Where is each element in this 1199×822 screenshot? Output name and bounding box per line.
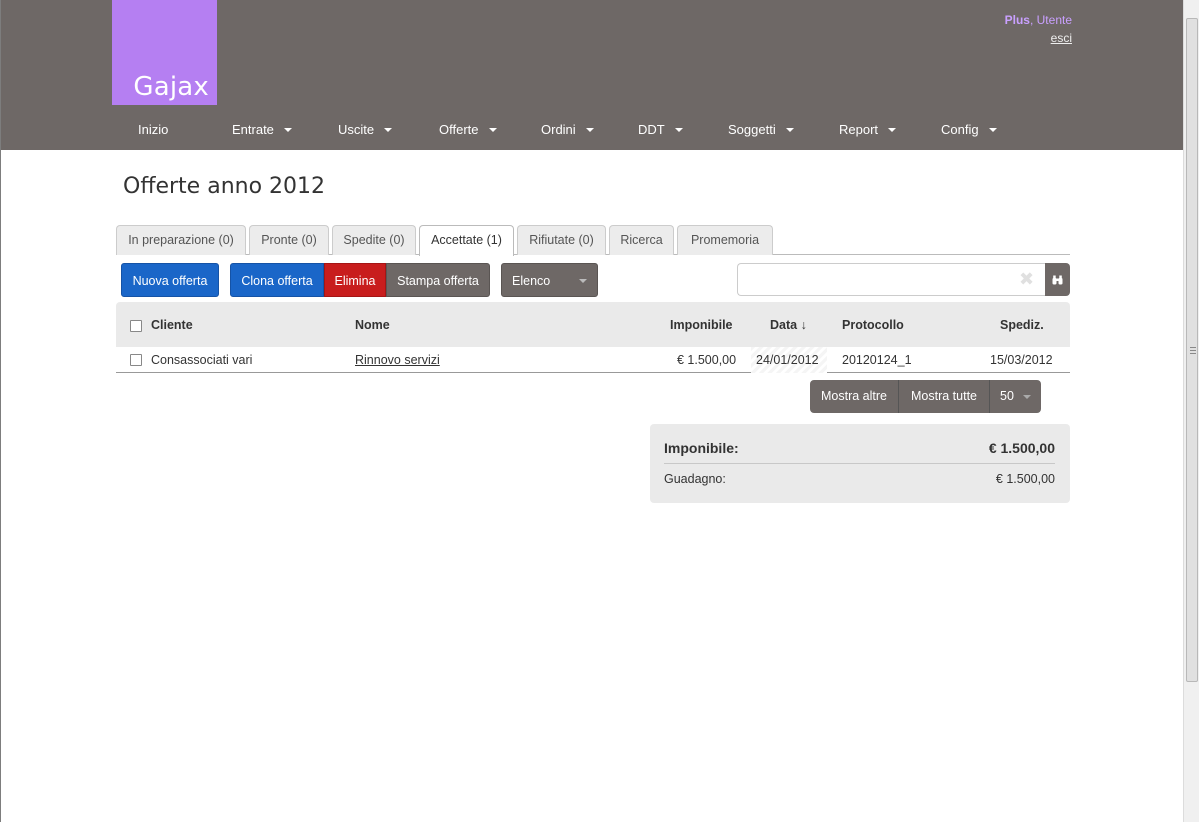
nav-item-label: DDT <box>638 122 665 137</box>
offers-table: Cliente Nome Imponibile Data ↓ Protocoll… <box>116 302 1070 373</box>
chevron-down-icon <box>1023 395 1031 399</box>
chevron-down-icon <box>283 128 292 132</box>
tab-ricerca[interactable]: Ricerca <box>609 225 674 255</box>
page-size-value: 50 <box>1000 389 1014 403</box>
user-plan: Plus <box>1004 13 1030 27</box>
tab-rifiutate[interactable]: Rifiutate (0) <box>517 225 606 255</box>
nav-item-offerte[interactable]: Offerte <box>439 110 541 150</box>
tab-spedite[interactable]: Spedite (0) <box>332 225 416 255</box>
nav-item-label: Soggetti <box>728 122 776 137</box>
nav-item-ddt[interactable]: DDT <box>638 110 728 150</box>
col-header-nome[interactable]: Nome <box>355 302 390 347</box>
user-line: Plus, Utente <box>1005 11 1072 29</box>
tab-pronte[interactable]: Pronte (0) <box>249 225 329 255</box>
search-button[interactable] <box>1045 263 1070 296</box>
col-header-imponibile[interactable]: Imponibile <box>670 302 733 347</box>
status-tabs: In preparazione (0) Pronte (0) Spedite (… <box>116 225 1070 256</box>
chevron-down-icon <box>384 128 393 132</box>
summary-guadagno-row: Guadagno: € 1.500,00 <box>664 468 1055 490</box>
show-more-button[interactable]: Mostra altre <box>810 380 899 413</box>
table-header: Cliente Nome Imponibile Data ↓ Protocoll… <box>116 302 1070 347</box>
pagination: Mostra altre Mostra tutte 50 <box>810 380 1041 413</box>
nav-item-report[interactable]: Report <box>839 110 941 150</box>
grip-icon <box>1190 347 1196 354</box>
cell-data: 24/01/2012 <box>751 347 827 373</box>
cell-protocollo: 20120124_1 <box>842 353 912 367</box>
col-header-spediz[interactable]: Spediz. <box>1000 302 1044 347</box>
nav-item-ordini[interactable]: Ordini <box>541 110 638 150</box>
view-mode-select[interactable]: Elenco <box>501 263 598 297</box>
offer-name-link[interactable]: Rinnovo servizi <box>355 347 440 373</box>
chevron-down-icon <box>488 128 497 132</box>
summary-imponibile-label: Imponibile: <box>664 440 739 456</box>
scrollbar-thumb[interactable] <box>1186 18 1198 682</box>
chevron-down-icon <box>585 128 594 132</box>
cell-imponibile: € 1.500,00 <box>677 353 737 367</box>
nav-item-soggetti[interactable]: Soggetti <box>728 110 839 150</box>
summary-imponibile-row: Imponibile: € 1.500,00 <box>664 433 1055 464</box>
nav-item-label: Offerte <box>439 122 479 137</box>
delete-button[interactable]: Elimina <box>324 263 386 297</box>
binoculars-icon <box>1052 275 1063 285</box>
select-all-checkbox[interactable] <box>130 320 142 332</box>
user-box: Plus, Utente esci <box>1005 11 1072 47</box>
search-input[interactable] <box>737 263 1045 296</box>
cell-spediz: 15/03/2012 <box>990 353 1053 367</box>
tab-accettate[interactable]: Accettate (1) <box>419 225 514 256</box>
summary-guadagno-label: Guadagno: <box>664 472 726 486</box>
print-offer-button[interactable]: Stampa offerta <box>386 263 490 297</box>
chevron-down-icon <box>579 279 587 283</box>
cell-cliente: Consassociati vari <box>151 353 253 367</box>
page-title: Offerte anno 2012 <box>123 174 326 199</box>
col-header-protocollo[interactable]: Protocollo <box>842 302 904 347</box>
chevron-down-icon <box>988 128 997 132</box>
page-size-select[interactable]: 50 <box>990 380 1041 413</box>
row-checkbox[interactable] <box>130 354 142 366</box>
tab-in-preparazione[interactable]: In preparazione (0) <box>116 225 246 255</box>
nav-item-label: Entrate <box>232 122 274 137</box>
new-offer-button[interactable]: Nuova offerta <box>121 263 219 297</box>
table-row[interactable]: Consassociati vari Rinnovo servizi € 1.5… <box>116 347 1070 373</box>
nav-item-label: Config <box>941 122 979 137</box>
vertical-scrollbar[interactable] <box>1183 0 1199 822</box>
col-header-cliente[interactable]: Cliente <box>151 302 193 347</box>
nav-item-label: Report <box>839 122 879 137</box>
tab-promemoria[interactable]: Promemoria <box>677 225 773 255</box>
logo[interactable]: Gajax <box>112 0 217 105</box>
nav-item-label: Inizio <box>138 122 169 137</box>
show-all-button[interactable]: Mostra tutte <box>899 380 990 413</box>
col-header-data[interactable]: Data ↓ <box>770 302 807 347</box>
nav-item-config[interactable]: Config <box>941 110 1031 150</box>
clear-icon[interactable]: ✖ <box>1019 269 1034 289</box>
user-name: Utente <box>1036 13 1072 27</box>
search-box: ✖ <box>737 263 1070 296</box>
logout-link[interactable]: esci <box>1051 29 1072 47</box>
nav-item-uscite[interactable]: Uscite <box>338 110 439 150</box>
nav-item-entrate[interactable]: Entrate <box>232 110 338 150</box>
totals-summary: Imponibile: € 1.500,00 Guadagno: € 1.500… <box>650 424 1070 503</box>
nav-item-inizio[interactable]: Inizio <box>138 110 232 150</box>
main-nav: Inizio Entrate Uscite Offerte Ordini DDT <box>112 110 1031 150</box>
page: Gajax Plus, Utente esci Inizio Entrate U… <box>0 0 1183 822</box>
summary-guadagno-value: € 1.500,00 <box>995 472 1055 486</box>
nav-item-label: Uscite <box>338 122 375 137</box>
clone-offer-button[interactable]: Clona offerta <box>230 263 324 297</box>
top-header: Gajax Plus, Utente esci Inizio Entrate U… <box>1 0 1183 150</box>
chevron-down-icon <box>674 128 683 132</box>
logo-text: Gajax <box>133 72 209 102</box>
user-separator: , <box>1029 13 1034 27</box>
chevron-down-icon <box>785 128 794 132</box>
summary-imponibile-value: € 1.500,00 <box>988 440 1055 456</box>
nav-item-label: Ordini <box>541 122 576 137</box>
view-mode-label: Elenco <box>512 274 551 288</box>
chevron-down-icon <box>888 128 897 132</box>
